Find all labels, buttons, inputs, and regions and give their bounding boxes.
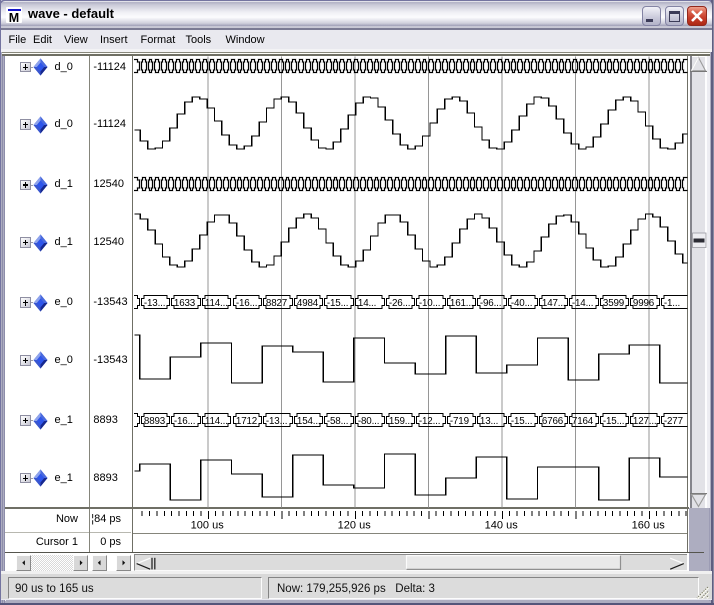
svg-text:140 us: 140 us	[485, 520, 519, 532]
svg-text:-719: -719	[450, 416, 469, 427]
svg-text:-1...: -1...	[664, 298, 680, 309]
svg-text:-16...: -16...	[174, 416, 195, 427]
svg-text:114...: 114...	[205, 298, 228, 309]
svg-text:1633: 1633	[174, 298, 196, 309]
svg-text:4984: 4984	[297, 298, 319, 309]
svg-text:120 us: 120 us	[338, 520, 372, 532]
svg-text:-96...: -96...	[480, 298, 501, 309]
svg-text:-80...: -80...	[358, 416, 379, 427]
svg-text:-15...: -15...	[511, 416, 532, 427]
svg-text:-40...: -40...	[511, 298, 532, 309]
svg-text:13...: 13...	[480, 416, 498, 427]
svg-text:6766: 6766	[542, 416, 564, 427]
svg-text:-58...: -58...	[327, 416, 348, 427]
svg-text:-16...: -16...	[236, 298, 257, 309]
svg-text:-14...: -14...	[572, 298, 593, 309]
svg-text:127...: 127...	[633, 416, 657, 427]
svg-text:-12...: -12...	[419, 416, 440, 427]
svg-text:-26...: -26...	[389, 298, 410, 309]
svg-text:160 us: 160 us	[632, 520, 666, 532]
svg-text:1712: 1712	[236, 416, 257, 427]
svg-text:147...: 147...	[542, 298, 566, 309]
svg-text:-277: -277	[664, 416, 683, 427]
svg-text:9996: 9996	[633, 298, 655, 309]
svg-text:114...: 114...	[205, 416, 228, 427]
svg-text:-15...: -15...	[603, 416, 624, 427]
svg-text:159...: 159...	[389, 416, 413, 427]
svg-text:3599: 3599	[603, 298, 624, 309]
svg-text:-13...: -13...	[144, 298, 165, 309]
svg-text:-15...: -15...	[327, 298, 348, 309]
svg-text:8827: 8827	[266, 298, 287, 309]
svg-text:7164: 7164	[572, 416, 594, 427]
svg-text:14...: 14...	[358, 298, 376, 309]
svg-text:161...: 161...	[450, 298, 474, 309]
svg-text:154...: 154...	[297, 416, 321, 427]
svg-text:-10...: -10...	[419, 298, 440, 309]
svg-text:-13...: -13...	[266, 416, 287, 427]
svg-text:100 us: 100 us	[191, 520, 225, 532]
svg-text:8893: 8893	[144, 416, 166, 427]
